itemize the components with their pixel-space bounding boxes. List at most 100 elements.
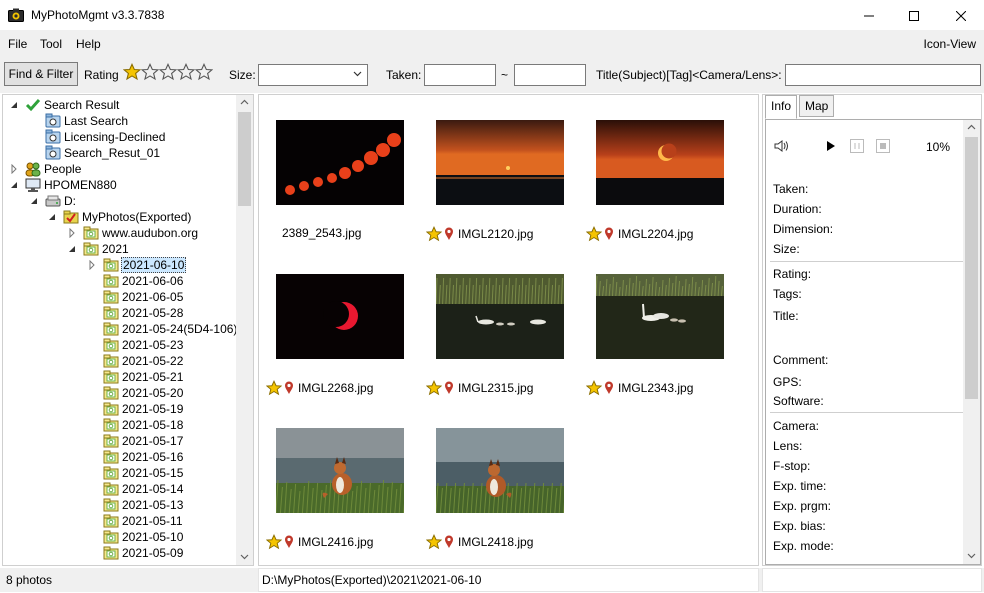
star-icon <box>426 226 442 242</box>
tree-collapsed-icon[interactable] <box>67 228 77 238</box>
rating-star-icon[interactable] <box>123 63 141 81</box>
photo-caption[interactable]: IMGL2120.jpg <box>426 226 533 242</box>
tree-item[interactable]: 2021-05-13 <box>103 497 184 513</box>
photo-caption[interactable]: IMGL2204.jpg <box>586 226 693 242</box>
tree-expanded-icon[interactable] <box>9 100 19 110</box>
photo-thumbnail[interactable] <box>276 120 404 205</box>
photo-filename: 2389_2543.jpg <box>282 226 362 240</box>
speaker-icon[interactable] <box>774 139 790 153</box>
scroll-up-icon[interactable] <box>967 124 976 130</box>
scroll-down-icon[interactable] <box>240 554 249 560</box>
photo-caption[interactable]: IMGL2315.jpg <box>426 380 533 396</box>
tree-item[interactable]: 2021-06-05 <box>103 289 184 305</box>
tree-expanded-icon[interactable] <box>67 244 77 254</box>
photo-thumbnail[interactable] <box>276 274 404 359</box>
menu-file[interactable]: File <box>8 37 27 51</box>
tab-map[interactable]: Map <box>799 95 835 117</box>
photo-folder-icon <box>103 306 119 320</box>
find-filter-button[interactable]: Find & Filter <box>4 62 78 86</box>
tree-item[interactable]: Search_Resut_01 <box>45 145 161 161</box>
tree-item[interactable]: 2021-05-10 <box>103 529 184 545</box>
info-scrollbar[interactable] <box>963 120 980 564</box>
tree-item[interactable]: 2021-05-22 <box>103 353 184 369</box>
maximize-button[interactable] <box>891 0 937 31</box>
tree-item[interactable]: 2021-05-09 <box>103 545 184 561</box>
rating-star-icon[interactable] <box>195 63 213 81</box>
tree-item[interactable]: 2021-05-21 <box>103 369 184 385</box>
photo-folder-icon <box>103 322 119 336</box>
menu-tool[interactable]: Tool <box>40 37 62 51</box>
tree-item[interactable]: People <box>11 161 82 177</box>
photo-count: 8 photos <box>6 573 53 587</box>
photo-thumbnail[interactable] <box>276 428 404 513</box>
photo-grid[interactable]: 2389_2543.jpg IMGL2120.jpg IMGL2204.jpg IMG… <box>258 94 759 566</box>
pause-icon[interactable] <box>850 139 864 153</box>
tree-item[interactable]: 2021-05-16 <box>103 449 184 465</box>
rating-stars[interactable] <box>123 63 213 83</box>
computer-icon <box>25 178 41 192</box>
view-mode-toggle[interactable]: Icon-View <box>924 37 976 51</box>
tab-info[interactable]: Info <box>765 95 798 119</box>
scroll-up-icon[interactable] <box>240 99 249 105</box>
tree-item[interactable]: 2021-06-10 <box>89 257 187 273</box>
tree-item[interactable]: 2021-05-23 <box>103 337 184 353</box>
tree-item[interactable]: D: <box>31 193 77 209</box>
tree-item[interactable]: 2021 <box>69 241 130 257</box>
tree-collapsed-icon[interactable] <box>9 164 19 174</box>
tree-item[interactable]: Licensing-Declined <box>45 129 166 145</box>
info-scroll-thumb[interactable] <box>965 137 978 399</box>
photo-caption[interactable]: 2389_2543.jpg <box>280 226 361 240</box>
folder-tree[interactable]: Search Result Last Search Licensing-Declin… <box>2 94 254 566</box>
photo-thumbnail[interactable] <box>436 428 564 513</box>
rating-star-icon[interactable] <box>177 63 195 81</box>
photo-thumbnail[interactable] <box>596 274 724 359</box>
menu-help[interactable]: Help <box>76 37 101 51</box>
rating-star-icon[interactable] <box>141 63 159 81</box>
photo-thumbnail[interactable] <box>436 274 564 359</box>
scroll-down-icon[interactable] <box>967 553 976 559</box>
rating-star-icon[interactable] <box>159 63 177 81</box>
tree-scroll-thumb[interactable] <box>238 112 251 206</box>
tree-item[interactable]: 2021-05-20 <box>103 385 184 401</box>
tree-expanded-icon[interactable] <box>9 180 19 190</box>
photo-caption[interactable]: IMGL2343.jpg <box>586 380 693 396</box>
taken-from-input[interactable] <box>424 64 496 86</box>
tree-item[interactable]: HPOMEN880 <box>11 177 118 193</box>
title-bar: MyPhotoMgmt v3.3.7838 <box>0 0 984 31</box>
size-select[interactable] <box>258 64 368 86</box>
photo-filename: IMGL2343.jpg <box>618 381 694 395</box>
tree-item[interactable]: 2021-05-11 <box>103 513 184 529</box>
taken-to-input[interactable] <box>514 64 586 86</box>
minimize-button[interactable] <box>846 0 892 31</box>
photo-caption[interactable]: IMGL2416.jpg <box>266 534 373 550</box>
photo-thumbnail[interactable] <box>596 120 724 205</box>
photo-caption[interactable]: IMGL2418.jpg <box>426 534 533 550</box>
tree-expanded-icon[interactable] <box>29 196 39 206</box>
tree-scrollbar[interactable] <box>236 95 253 565</box>
tree-item[interactable]: 2021-05-18 <box>103 417 184 433</box>
tree-item[interactable]: 2021-05-28 <box>103 305 184 321</box>
tree-item[interactable]: 2021-05-17 <box>103 433 184 449</box>
title-filter-input[interactable] <box>785 64 981 86</box>
tree-collapsed-icon[interactable] <box>87 260 97 270</box>
tree-item[interactable]: Last Search <box>45 113 129 129</box>
photo-thumbnail[interactable] <box>436 120 564 205</box>
tree-item[interactable]: 2021-05-19 <box>103 401 184 417</box>
minimize-icon <box>864 15 874 16</box>
tree-item[interactable]: 2021-05-24(5D4-106) <box>103 321 238 337</box>
tree-item[interactable]: Search Result <box>11 97 120 113</box>
info-field-label: Comment: <box>773 353 829 367</box>
tree-item[interactable]: 2021-06-06 <box>103 273 184 289</box>
tree-item[interactable]: MyPhotos(Exported) <box>49 209 192 225</box>
tree-item-label: 2021-06-10 <box>121 257 187 273</box>
tree-item[interactable]: 2021-05-15 <box>103 465 184 481</box>
photo-caption[interactable]: IMGL2268.jpg <box>266 380 373 396</box>
stop-icon[interactable] <box>876 139 890 153</box>
photo-folder-icon <box>103 546 119 560</box>
tree-item[interactable]: 2021-05-14 <box>103 481 184 497</box>
tree-item[interactable]: www.audubon.org <box>69 225 199 241</box>
info-field-label: Size: <box>773 242 800 256</box>
tree-expanded-icon[interactable] <box>47 212 57 222</box>
play-icon[interactable] <box>826 141 836 151</box>
close-button[interactable] <box>938 0 984 31</box>
